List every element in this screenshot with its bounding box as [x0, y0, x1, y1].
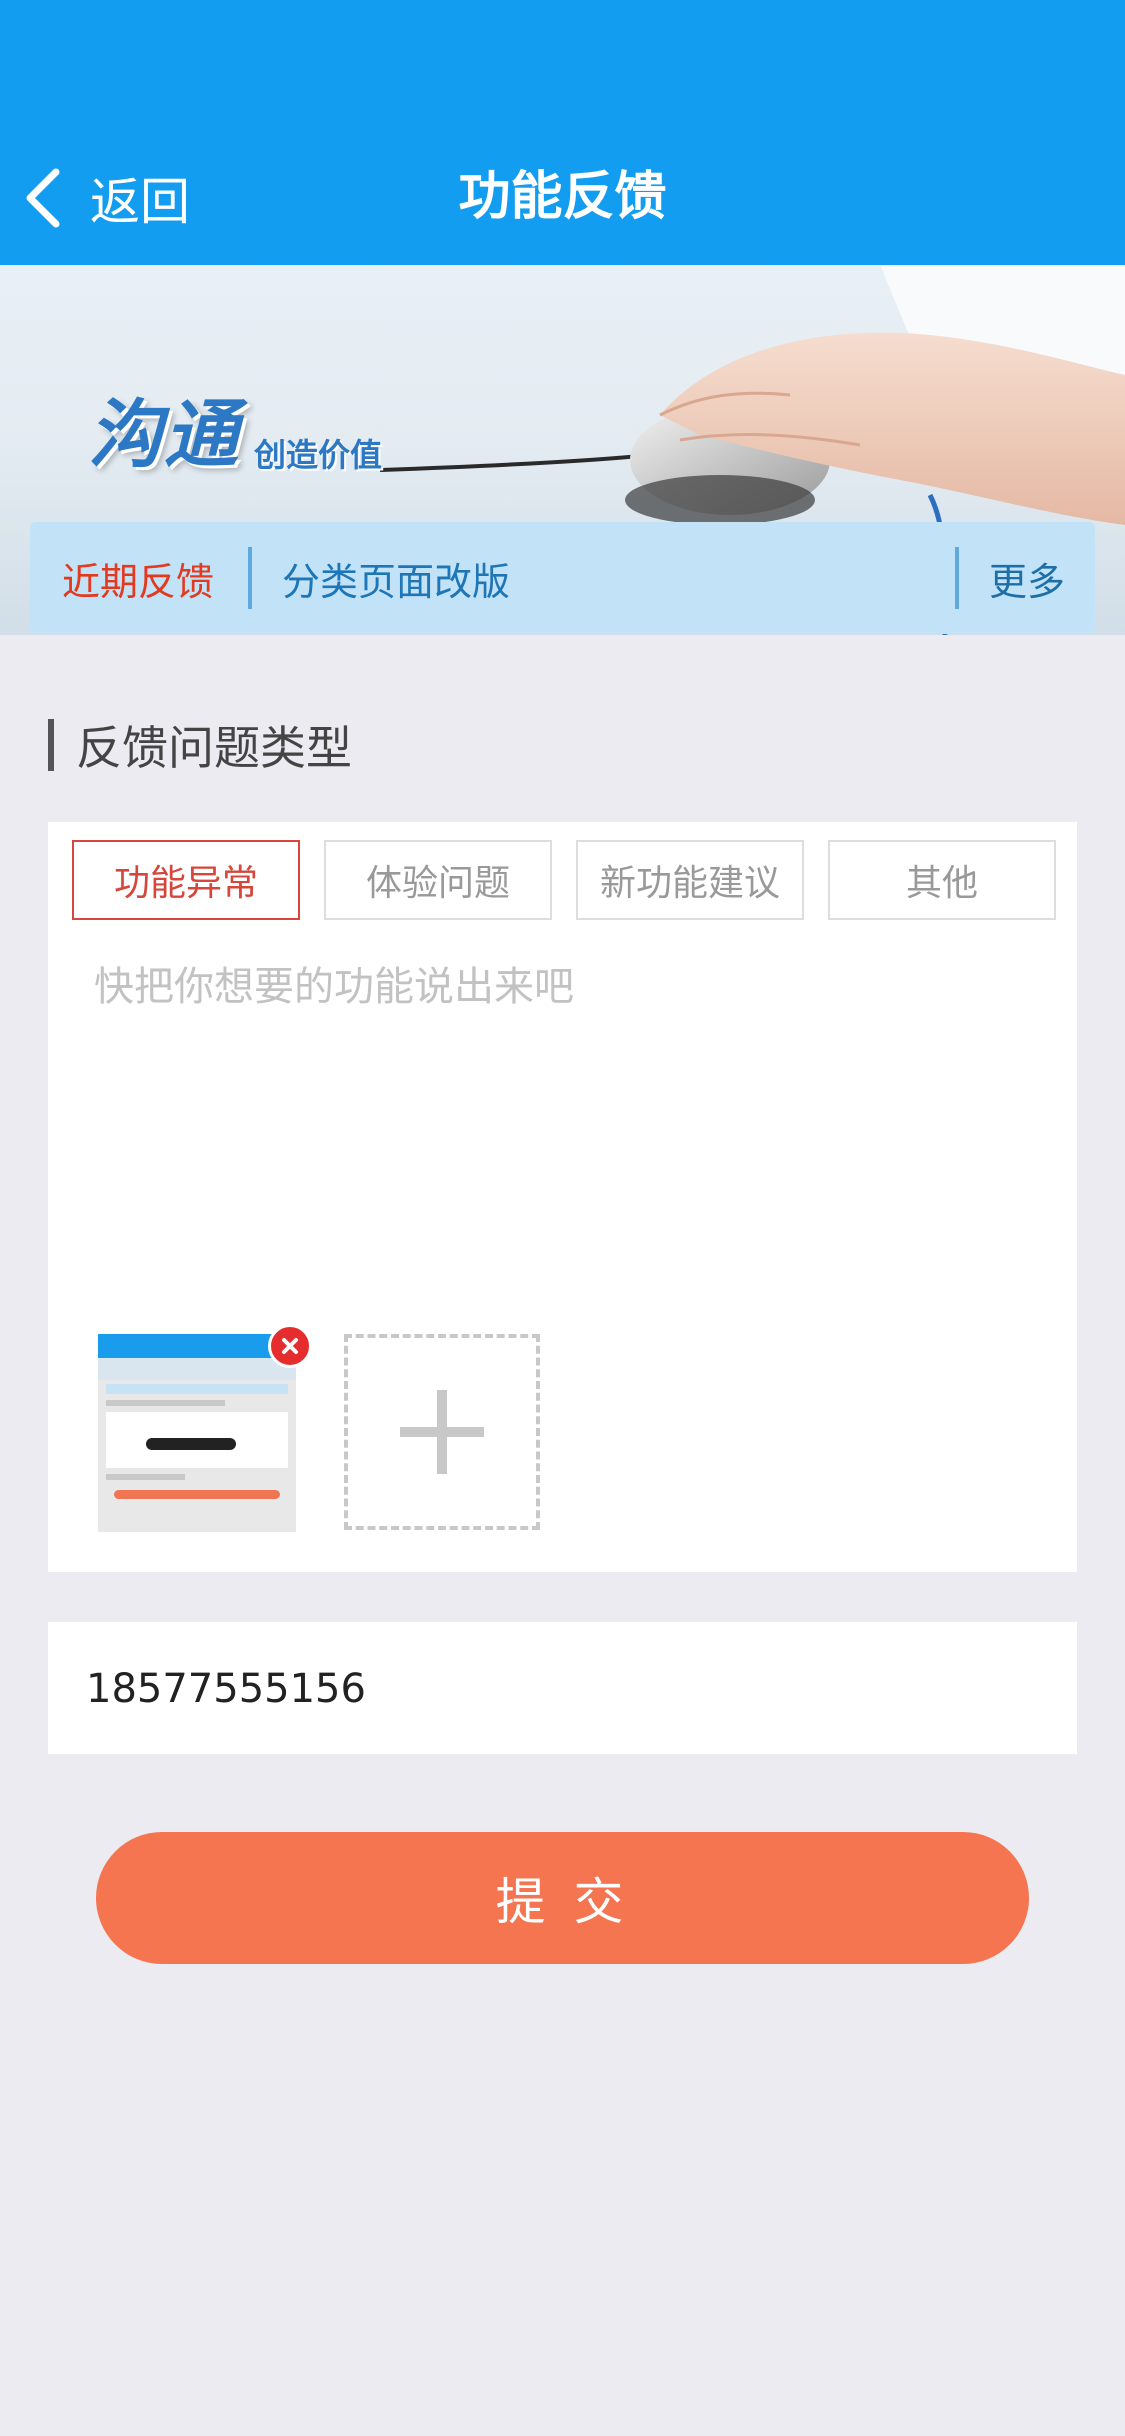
divider	[954, 547, 959, 609]
section-header: 反馈问题类型	[48, 715, 352, 775]
recent-feedback-bar: 近期反馈 分类页面改版 更多	[30, 522, 1095, 634]
type-option-new-feature[interactable]: 新功能建议	[576, 840, 804, 920]
type-option-other[interactable]: 其他	[828, 840, 1056, 920]
feedback-type-selector: 功能异常 体验问题 新功能建议 其他	[72, 840, 1056, 920]
nav-bar: 返回 功能反馈	[0, 0, 1125, 265]
slogan-main: 沟通	[88, 392, 240, 478]
submit-button[interactable]: 提 交	[96, 1832, 1029, 1964]
feedback-card: 功能异常 体验问题 新功能建议 其他	[48, 822, 1077, 1572]
remove-attachment-button[interactable]	[268, 1324, 312, 1368]
add-attachment-button[interactable]	[344, 1334, 540, 1530]
close-icon	[282, 1338, 298, 1354]
section-title: 反馈问题类型	[76, 721, 352, 775]
plus-icon	[400, 1390, 484, 1474]
slogan-sub: 创造价值	[254, 436, 383, 474]
phone-input[interactable]	[84, 1622, 1038, 1756]
page-title: 功能反馈	[458, 167, 667, 227]
attachment-thumbnail[interactable]	[98, 1334, 296, 1532]
divider	[248, 547, 253, 609]
recent-feedback-tag: 近期反馈	[62, 559, 215, 604]
type-option-experience[interactable]: 体验问题	[324, 840, 552, 920]
contact-box	[48, 1622, 1077, 1756]
feedback-textarea[interactable]	[92, 952, 1036, 1196]
section-marker	[48, 719, 54, 771]
more-link[interactable]: 更多	[989, 551, 1065, 606]
type-option-function-error[interactable]: 功能异常	[72, 840, 300, 920]
slogan: 沟通 创造价值	[88, 375, 382, 482]
recent-feedback-item[interactable]: 分类页面改版	[282, 551, 955, 606]
